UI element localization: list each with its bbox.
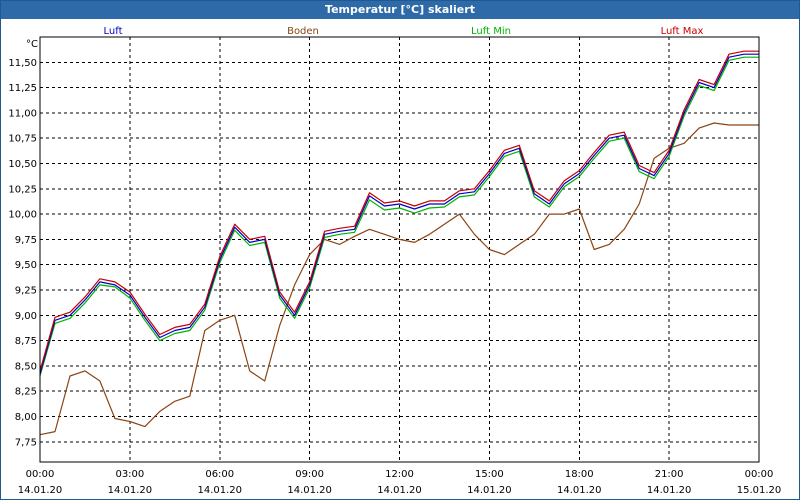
- x-tick-label: 09:00: [295, 469, 324, 480]
- legend-entry: Boden: [287, 26, 319, 37]
- y-tick-label: 10,00: [8, 210, 37, 221]
- y-tick-label: 8,00: [15, 412, 37, 423]
- y-tick-label: 9,75: [15, 235, 37, 246]
- y-tick-label: 9,25: [15, 285, 37, 296]
- x-tick-date-label: 14.01.20: [557, 485, 602, 496]
- y-tick-label: 10,75: [8, 134, 37, 145]
- y-tick-label: 8,50: [15, 361, 37, 372]
- legend-entry: Luft: [104, 26, 123, 37]
- x-tick-date-label: 15.01.20: [737, 485, 782, 496]
- x-tick-label: 06:00: [205, 469, 234, 480]
- y-tick-label: 9,50: [15, 260, 37, 271]
- x-tick-label: 00:00: [26, 469, 55, 480]
- legend-entry: Luft Min: [471, 26, 511, 37]
- y-tick-label: 8,25: [15, 387, 37, 398]
- x-tick-date-label: 14.01.20: [467, 485, 512, 496]
- x-tick-label: 15:00: [475, 469, 504, 480]
- chart-plot: 7,75 8,00 8,25 8,50 8,75 9,00 9,25 9,50 9,75 10,0…: [8, 26, 782, 496]
- x-tick-label: 03:00: [115, 469, 144, 480]
- y-axis-label: °C: [26, 39, 38, 50]
- legend-entry: Luft Max: [661, 26, 704, 37]
- y-tick-label: 9,00: [15, 311, 37, 322]
- y-tick-label: 10,50: [8, 159, 37, 170]
- x-tick-label: 21:00: [655, 469, 684, 480]
- x-tick-date-label: 14.01.20: [108, 485, 153, 496]
- x-tick-label: 12:00: [385, 469, 414, 480]
- y-tick-label: 11,00: [8, 108, 37, 119]
- x-tick-date-label: 14.01.20: [647, 485, 692, 496]
- y-tick-label: 11,25: [8, 83, 37, 94]
- x-tick-date-label: 14.01.20: [377, 485, 422, 496]
- x-tick-date-label: 14.01.20: [197, 485, 242, 496]
- x-tick-label: 18:00: [565, 469, 594, 480]
- x-tick-label: 00:00: [745, 469, 774, 480]
- y-tick-label: 7,75: [15, 437, 37, 448]
- y-tick-label: 10,25: [8, 184, 37, 195]
- y-tick-label: 8,75: [15, 336, 37, 347]
- y-tick-label: 11,50: [8, 58, 37, 69]
- x-tick-date-label: 14.01.20: [287, 485, 332, 496]
- x-tick-date-label: 14.01.20: [18, 485, 63, 496]
